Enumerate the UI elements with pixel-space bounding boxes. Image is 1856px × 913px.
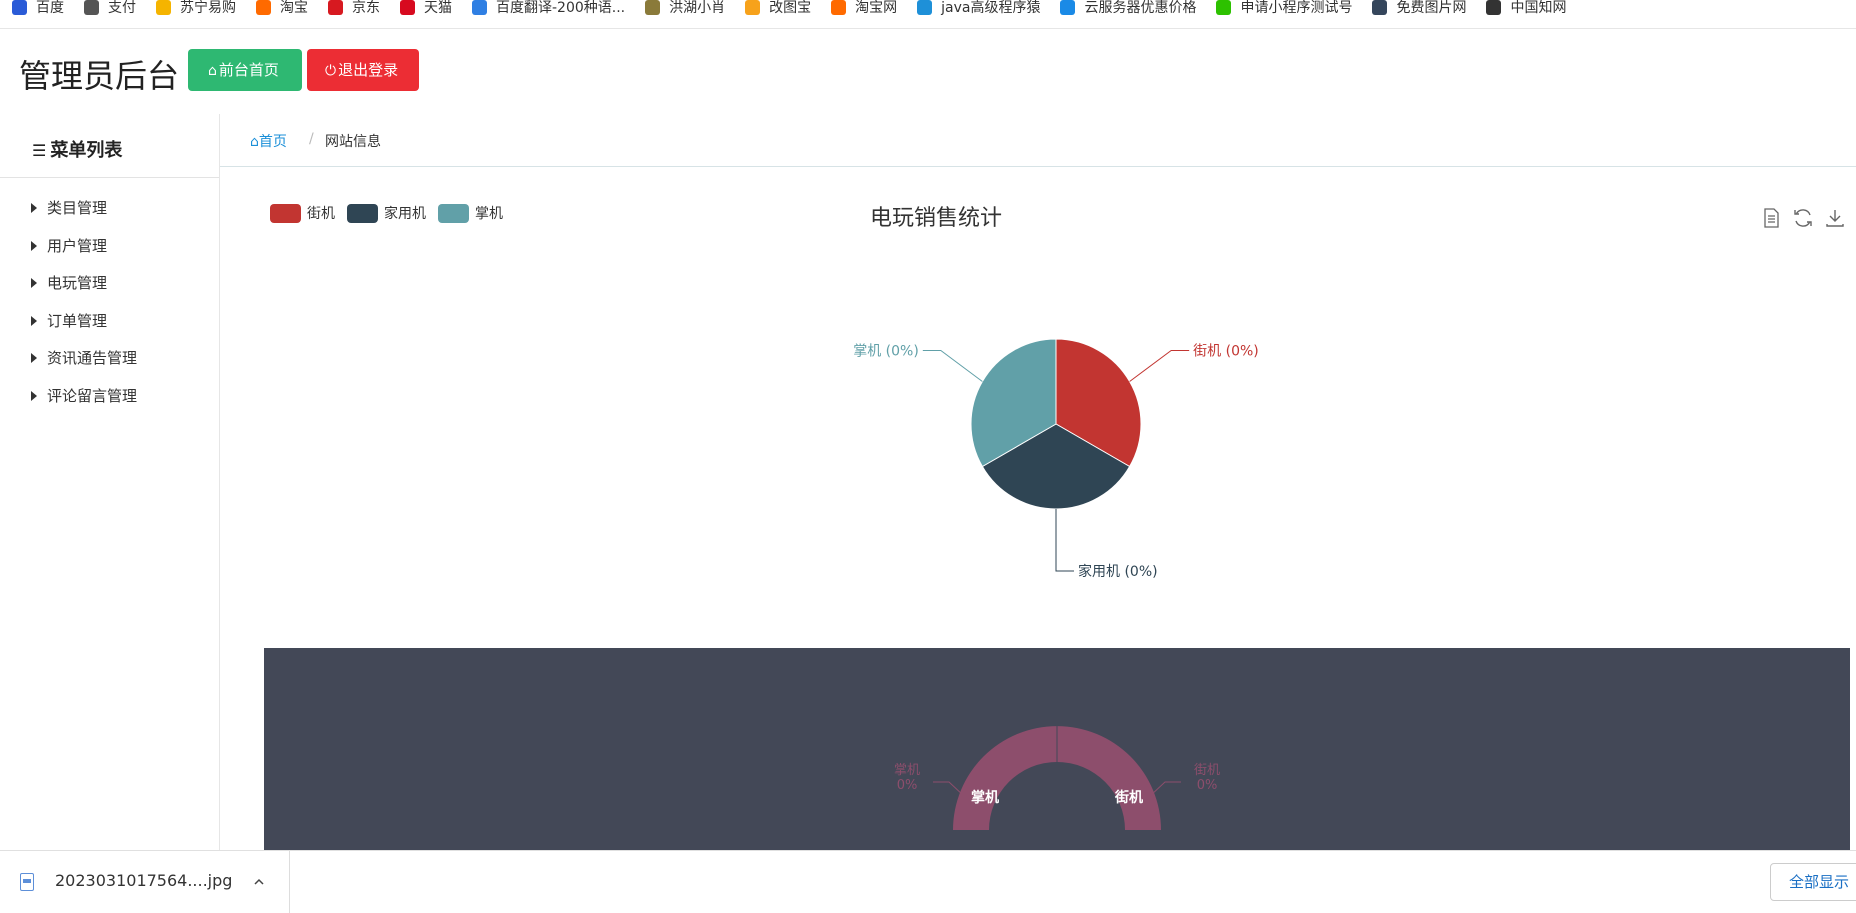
bookmark-8[interactable]: 改图宝	[745, 0, 811, 17]
pie-leader-line-1	[1055, 509, 1074, 572]
donut-outer-name-0: 街机	[1194, 763, 1220, 778]
sidebar-item-category[interactable]: 类目管理	[0, 190, 219, 228]
chevron-up-icon[interactable]	[254, 877, 264, 887]
sidebar-item-orders[interactable]: 订单管理	[0, 303, 219, 341]
bookmark-5[interactable]: 天猫	[400, 0, 452, 17]
bird-icon	[645, 0, 661, 15]
bookmark-14[interactable]: 中国知网	[1486, 0, 1566, 17]
bookmark-10[interactable]: java高级程序猿	[917, 0, 1040, 17]
list-icon: ☰	[32, 141, 47, 160]
caret-right-icon	[31, 315, 37, 326]
donut-chart-panel: 街机 街机 0% 掌机 掌机 0%	[264, 648, 1850, 850]
breadcrumb-current: 网站信息	[325, 134, 381, 150]
home-icon: ⌂	[250, 134, 259, 150]
sidebar-item-games[interactable]: 电玩管理	[0, 265, 219, 303]
show-all-button[interactable]: 全部显示	[1770, 863, 1856, 901]
donut-inner-label-0: 街机	[1114, 789, 1143, 806]
bookmark-13[interactable]: 免费图片网	[1372, 0, 1466, 17]
bookmark-3[interactable]: 淘宝	[256, 0, 308, 17]
caret-right-icon	[31, 203, 37, 213]
pie-label-1: 家用机 (0%)	[1078, 563, 1158, 580]
caret-right-icon	[31, 278, 37, 288]
chart-area: 街机 家用机 掌机 电玩销售统计 街机 (0%) 家用机 (0%) 掌机 (0%) …	[264, 166, 1856, 850]
home-icon: ⌂	[208, 63, 217, 79]
sidebar-item-comments[interactable]: 评论留言管理	[0, 378, 219, 416]
breadcrumb-separator: /	[309, 131, 314, 147]
cnki-icon	[1486, 0, 1502, 15]
sidebar-menu: 类目管理 用户管理 电玩管理 订单管理 资讯通告管理 评论留言管理	[0, 190, 219, 415]
jd-icon	[328, 0, 343, 15]
download-bar: 2023031017564....jpg 全部显示	[0, 850, 1856, 913]
cloud-icon	[1060, 0, 1076, 15]
donut-inner-label-1: 掌机	[971, 789, 999, 806]
image-file-icon	[20, 873, 34, 891]
menu-title: ☰ 菜单列表	[32, 140, 123, 161]
sidebar-item-news[interactable]: 资讯通告管理	[0, 340, 219, 378]
bookmark-0[interactable]: 百度	[12, 0, 64, 17]
bookmark-2[interactable]: 苏宁易购	[156, 0, 236, 17]
globe-icon	[84, 0, 99, 15]
pie-leader-line-2	[922, 350, 983, 382]
baidu-icon	[12, 0, 27, 15]
caret-right-icon	[31, 390, 37, 401]
sidebar: ☰ 菜单列表 类目管理 用户管理 电玩管理 订单管理 资讯通告管理 评论留言管理	[0, 114, 220, 850]
breadcrumb-home[interactable]: ⌂首页	[250, 131, 287, 151]
power-icon: ⏻	[325, 63, 337, 79]
bookmark-1[interactable]: 支付	[84, 0, 136, 17]
donut-leader-line-0	[1149, 781, 1181, 797]
caret-right-icon	[31, 240, 37, 251]
caret-right-icon	[31, 353, 37, 363]
donut-outer-name-1: 掌机	[894, 763, 920, 778]
donut-leader-line-1	[933, 781, 965, 797]
translate-icon	[472, 0, 487, 15]
donut-chart: 街机街机0%掌机掌机0%	[894, 726, 1220, 830]
bookmark-9[interactable]: 淘宝网	[831, 0, 897, 17]
sidebar-item-users[interactable]: 用户管理	[0, 228, 219, 266]
taobao-net-icon	[831, 0, 847, 15]
logout-button[interactable]: ⏻ 退出登录	[307, 49, 419, 91]
bookmark-6[interactable]: 百度翻译-200种语...	[472, 0, 625, 17]
suning-icon	[156, 0, 171, 15]
wechat-icon	[1216, 0, 1232, 15]
tumblr-icon	[1372, 0, 1388, 15]
bookmarks-bar: 百度 支付 苏宁易购 淘宝 京东 天猫 百度翻译-200种语... 洪湖小肖 改图宝 淘宝网 jav…	[0, 0, 1856, 29]
taobao-icon	[256, 0, 271, 15]
page-title: 管理员后台	[19, 57, 180, 95]
pie-label-0: 街机 (0%)	[1193, 344, 1259, 360]
bookmark-7[interactable]: 洪湖小肖	[645, 0, 725, 17]
donut-outer-percent-1: 0%	[897, 778, 918, 793]
bookmark-11[interactable]: 云服务器优惠价格	[1060, 0, 1196, 17]
breadcrumb: ⌂首页 / 网站信息	[220, 114, 1856, 167]
donut-outer-percent-0: 0%	[1197, 778, 1218, 793]
download-file-name[interactable]: 2023031017564....jpg	[55, 871, 232, 890]
gaitubao-icon	[745, 0, 761, 15]
pie-leader-line-0	[1129, 350, 1190, 382]
bilibili-icon	[917, 0, 933, 15]
tmall-icon	[400, 0, 415, 15]
home-button[interactable]: ⌂ 前台首页	[188, 49, 302, 91]
pie-chart: 街机 (0%) 家用机 (0%) 掌机 (0%)	[853, 338, 1259, 580]
bookmark-4[interactable]: 京东	[328, 0, 380, 17]
sidebar-divider	[0, 177, 219, 178]
bookmark-12[interactable]: 申请小程序测试号	[1216, 0, 1352, 17]
download-bar-divider	[289, 851, 290, 913]
pie-label-2: 掌机 (0%)	[853, 344, 919, 360]
header: 管理员后台 ⌂ 前台首页 ⏻ 退出登录	[0, 28, 1856, 114]
